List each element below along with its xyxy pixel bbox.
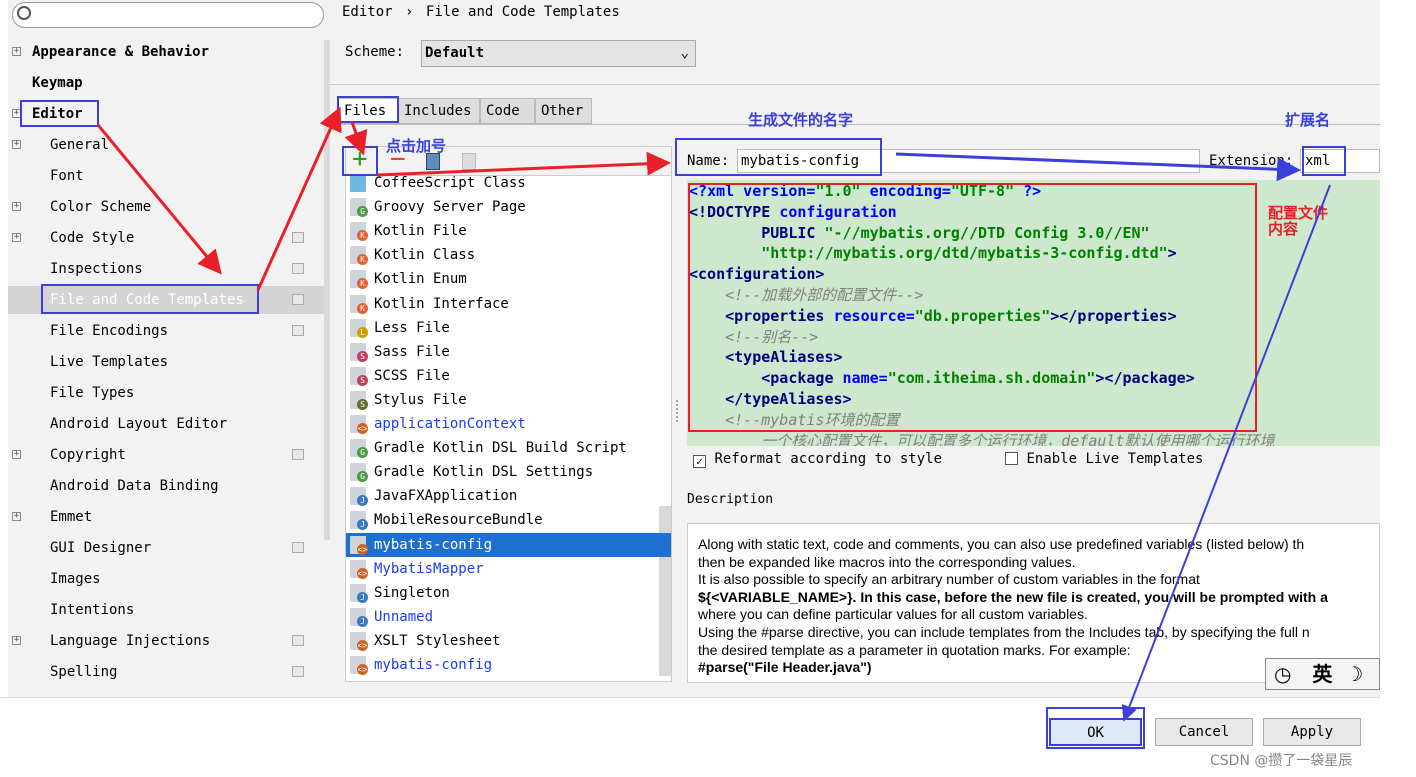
highlight-content (688, 183, 1257, 432)
highlight-extension (1302, 146, 1346, 176)
highlight-add (342, 146, 378, 176)
highlight-ok (1046, 707, 1145, 749)
highlight-templates (41, 284, 259, 314)
highlight-files-tab (337, 96, 399, 123)
highlight-name (675, 138, 882, 176)
annotation-overlay (20, 96, 1346, 749)
highlight-editor (20, 100, 99, 127)
